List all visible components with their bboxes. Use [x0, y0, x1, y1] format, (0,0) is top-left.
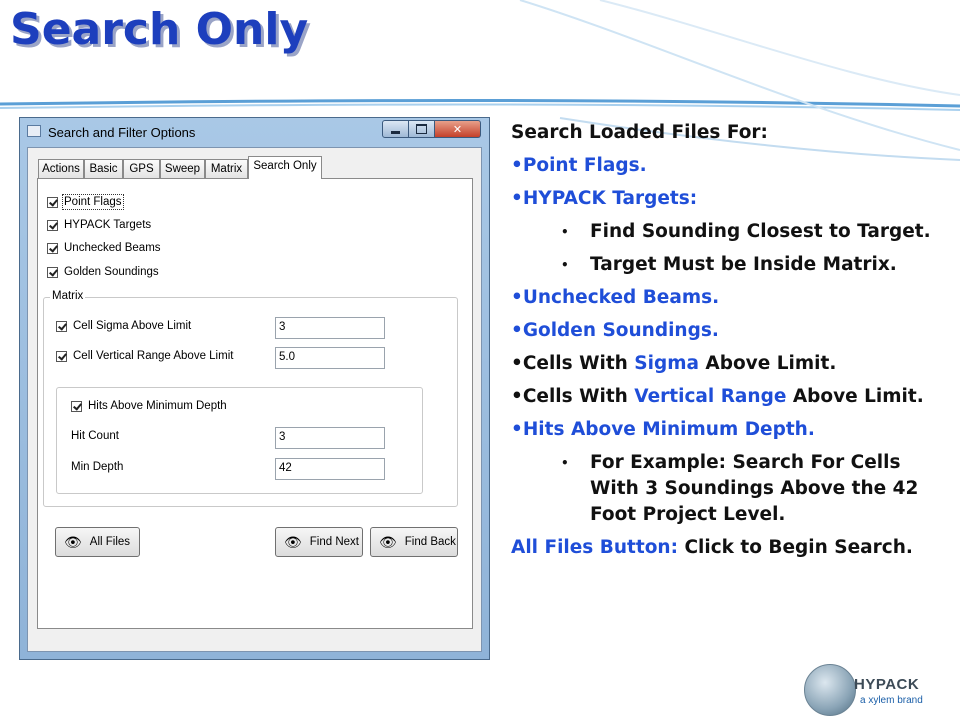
- find-back-button[interactable]: 👁 Find Back: [370, 527, 458, 557]
- search-only-page: Point Flags HYPACK Targets Unchecked Bea…: [37, 178, 473, 629]
- checkbox-label: HYPACK Targets: [64, 219, 152, 231]
- note-cells-vertical-range: •Cells With Vertical Range Above Limit.: [511, 384, 951, 410]
- note-hits-above-min-depth: •Hits Above Minimum Depth.: [511, 419, 815, 440]
- note-sub-inside-matrix: • Target Must be Inside Matrix.: [511, 252, 951, 278]
- cell-vertical-range-checkbox[interactable]: Cell Vertical Range Above Limit: [56, 350, 233, 362]
- matrix-group-label: Matrix: [50, 290, 86, 302]
- cell-sigma-input[interactable]: 3: [275, 317, 385, 339]
- note-sub-closest: • Find Sounding Closest to Target.: [511, 219, 951, 245]
- matrix-group: Matrix Cell Sigma Above Limit 3 Cell Ver…: [43, 290, 458, 507]
- hit-count-label: Hit Count: [71, 430, 119, 442]
- maximize-icon: [416, 124, 427, 134]
- maximize-button[interactable]: [409, 120, 435, 138]
- all-files-button-label: All Files: [89, 536, 131, 548]
- text: Above Limit.: [786, 386, 924, 407]
- minimize-button[interactable]: [382, 120, 409, 138]
- hypack-logo: HYPACK a xylem brand: [804, 662, 934, 716]
- checkbox-checked-icon: [56, 350, 67, 362]
- hit-count-input[interactable]: 3: [275, 427, 385, 449]
- checkbox-label: Cell Vertical Range Above Limit: [73, 350, 234, 362]
- window-title: Search and Filter Options: [48, 125, 196, 140]
- min-depth-label: Min Depth: [71, 461, 124, 473]
- note-all-files-button: All Files Button: Click to Begin Search.: [511, 535, 951, 561]
- note-point-flags: •Point Flags.: [511, 155, 647, 176]
- bullet-icon: •: [561, 258, 569, 272]
- tab-basic[interactable]: Basic: [84, 159, 123, 178]
- window-client-area: Actions Basic GPS Sweep Matrix Search On…: [27, 147, 482, 652]
- hits-above-min-depth-checkbox[interactable]: Hits Above Minimum Depth: [71, 400, 227, 412]
- min-depth-input[interactable]: 42: [275, 458, 385, 480]
- bullet-icon: •: [561, 225, 569, 239]
- checkbox-label: Golden Soundings: [64, 266, 159, 278]
- logo-name: HYPACK: [854, 676, 920, 693]
- tab-gps[interactable]: GPS: [123, 159, 160, 178]
- note-sub-example: • For Example: Search For Cells With 3 So…: [511, 450, 951, 528]
- all-files-button[interactable]: 👁 All Files: [55, 527, 140, 557]
- note-sub-text: Target Must be Inside Matrix.: [590, 254, 897, 275]
- tab-search-only[interactable]: Search Only: [248, 156, 322, 179]
- close-button[interactable]: ✕: [435, 120, 481, 138]
- window-titlebar[interactable]: Search and Filter Options ✕: [20, 118, 489, 146]
- minimize-icon: [391, 130, 400, 134]
- tab-sweep[interactable]: Sweep: [160, 159, 205, 178]
- checkbox-checked-icon: [47, 266, 58, 278]
- note-golden-soundings: •Golden Soundings.: [511, 320, 719, 341]
- checkbox-label: Unchecked Beams: [64, 242, 161, 254]
- note-sub-text: Find Sounding Closest to Target.: [590, 221, 931, 242]
- cell-sigma-checkbox[interactable]: Cell Sigma Above Limit: [56, 320, 191, 332]
- unchecked-beams-checkbox[interactable]: Unchecked Beams: [47, 242, 161, 254]
- find-back-button-label: Find Back: [404, 536, 456, 548]
- notes-panel: Search Loaded Files For: •Point Flags. •…: [511, 120, 951, 568]
- text: •Cells With: [511, 386, 635, 407]
- text-highlight: Sigma: [634, 353, 699, 374]
- close-icon: ✕: [452, 122, 463, 136]
- checkbox-checked-icon: [47, 242, 58, 254]
- hypack-targets-checkbox[interactable]: HYPACK Targets: [47, 219, 151, 231]
- point-flags-checkbox[interactable]: Point Flags: [47, 194, 124, 210]
- text-highlight: All Files Button:: [511, 537, 678, 558]
- tab-matrix[interactable]: Matrix: [205, 159, 248, 178]
- find-next-button-label: Find Next: [309, 536, 359, 548]
- note-unchecked-beams: •Unchecked Beams.: [511, 287, 720, 308]
- text: •Cells With: [511, 353, 635, 374]
- note-hypack-targets: •HYPACK Targets:: [511, 188, 698, 209]
- checkbox-checked-icon: [71, 400, 82, 412]
- checkbox-label: Hits Above Minimum Depth: [88, 400, 227, 412]
- bullet-icon: •: [561, 456, 569, 470]
- text: Above Limit.: [698, 353, 837, 374]
- note-sub-text: For Example: Search For Cells With 3 Sou…: [590, 452, 919, 525]
- tab-actions[interactable]: Actions: [38, 159, 84, 178]
- checkbox-label: Point Flags: [62, 194, 124, 210]
- search-filter-window: Search and Filter Options ✕ Actions Basi…: [19, 117, 490, 660]
- note-cells-sigma: •Cells With Sigma Above Limit.: [511, 351, 951, 377]
- checkbox-label: Cell Sigma Above Limit: [73, 320, 192, 332]
- checkbox-checked-icon: [47, 219, 58, 231]
- hits-group: Hits Above Minimum Depth Hit Count 3 Min…: [56, 387, 423, 494]
- binoculars-icon: 👁: [284, 533, 302, 550]
- find-next-button[interactable]: 👁 Find Next: [275, 527, 363, 557]
- logo-tagline: a xylem brand: [860, 695, 923, 706]
- checkbox-checked-icon: [47, 196, 58, 208]
- text: Click to Begin Search.: [678, 537, 913, 558]
- binoculars-icon: 👁: [64, 533, 82, 550]
- cell-vertical-range-input[interactable]: 5.0: [275, 347, 385, 369]
- app-icon: [27, 125, 41, 137]
- binoculars-icon: 👁: [379, 533, 397, 550]
- golden-soundings-checkbox[interactable]: Golden Soundings: [47, 266, 159, 278]
- notes-heading: Search Loaded Files For:: [511, 122, 768, 143]
- logo-globe-icon: [804, 664, 856, 716]
- text-highlight: Vertical Range: [634, 386, 787, 407]
- slide-title: Search Only: [10, 4, 309, 55]
- checkbox-checked-icon: [56, 320, 67, 332]
